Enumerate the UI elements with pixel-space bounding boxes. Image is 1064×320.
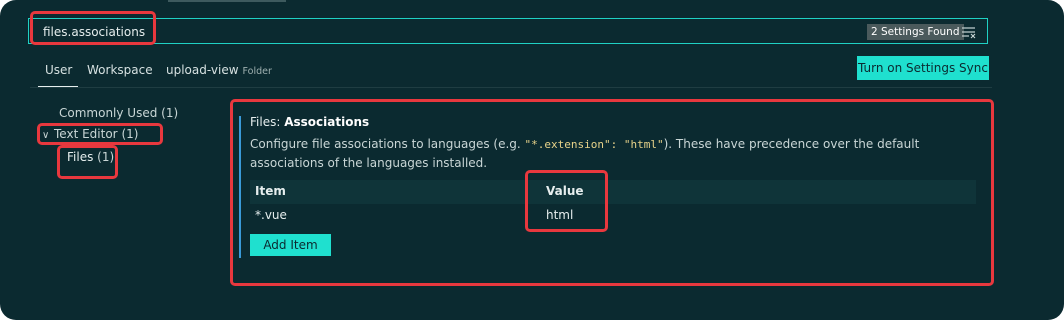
tabs-divider (30, 87, 992, 88)
editor-tab-accent (168, 0, 286, 2)
clear-filter-icon[interactable] (961, 25, 977, 39)
tab-workspace[interactable]: Workspace (87, 63, 153, 77)
tree-item-label: Commonly Used (59, 106, 158, 120)
tab-folder-label: upload-view (166, 63, 239, 77)
results-count-badge: 2 Settings Found (867, 24, 964, 40)
highlight-value (525, 170, 608, 232)
turn-on-settings-sync-button[interactable]: Turn on Settings Sync (857, 56, 989, 80)
tree-item-count: (1) (161, 106, 179, 120)
highlight-setting (230, 99, 994, 286)
tab-folder[interactable]: upload-view Folder (166, 63, 272, 77)
highlight-text-editor (37, 123, 163, 145)
highlight-search (30, 11, 156, 45)
tab-folder-tag: Folder (242, 66, 272, 77)
settings-search-input[interactable]: files.associations 2 Settings Found (28, 18, 988, 44)
tab-user[interactable]: User (45, 63, 72, 77)
highlight-files (57, 145, 118, 179)
tree-item-commonly-used[interactable]: Commonly Used (1) (59, 106, 178, 120)
